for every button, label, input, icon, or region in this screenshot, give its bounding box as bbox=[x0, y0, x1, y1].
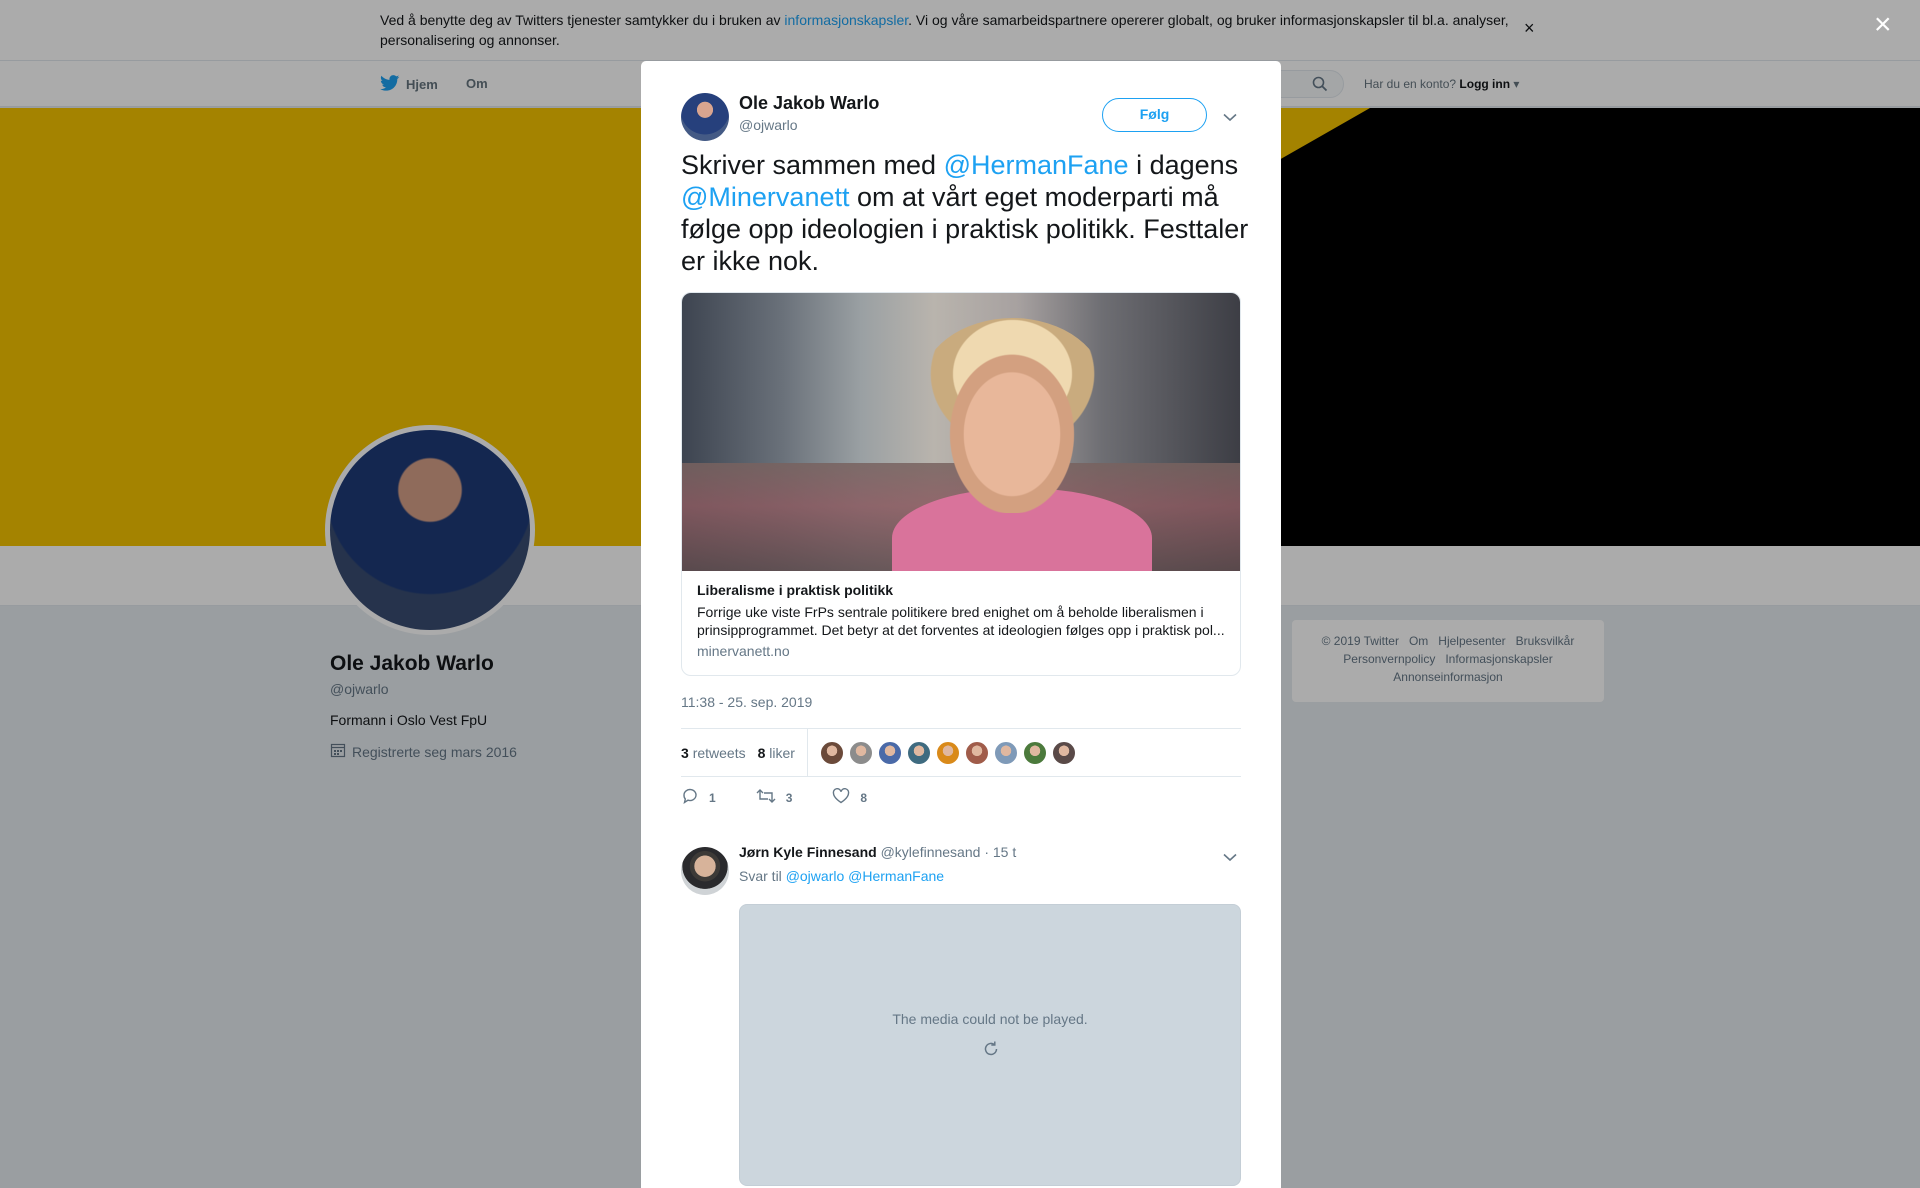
tweet-author-avatar[interactable] bbox=[681, 93, 729, 141]
chevron-down-icon[interactable] bbox=[1223, 849, 1237, 867]
tweet-text: Skriver sammen med @HermanFane i dagens … bbox=[681, 150, 1249, 276]
liker-avatar[interactable] bbox=[819, 740, 844, 765]
tweet-stats: 3 retweets 8 liker bbox=[681, 728, 1241, 777]
stats-divider bbox=[806, 728, 808, 777]
chevron-down-icon[interactable] bbox=[1223, 109, 1237, 127]
modal-close-button[interactable]: × bbox=[1874, 10, 1892, 40]
card-body: Liberalisme i praktisk politikk Forrige … bbox=[682, 571, 1240, 669]
card-image-face bbox=[937, 338, 1087, 513]
media-player[interactable]: The media could not be played. bbox=[739, 904, 1241, 1186]
media-error-text: The media could not be played. bbox=[892, 1011, 1088, 1027]
tweet-author-handle[interactable]: @ojwarlo bbox=[739, 117, 798, 133]
liker-avatar[interactable] bbox=[1022, 740, 1047, 765]
card-domain: minervanett.no bbox=[697, 643, 790, 659]
tweet-author-name[interactable]: Ole Jakob Warlo bbox=[739, 93, 879, 114]
retweet-icon bbox=[756, 788, 776, 807]
card-image bbox=[682, 293, 1240, 571]
link-card[interactable]: Liberalisme i praktisk politikk Forrige … bbox=[681, 292, 1241, 676]
reply-button[interactable]: 1 bbox=[681, 787, 716, 808]
reply-header: Jørn Kyle Finnesand @kylefinnesand · 15 … bbox=[739, 844, 1016, 860]
liker-avatar[interactable] bbox=[964, 740, 989, 765]
liker-avatar[interactable] bbox=[848, 740, 873, 765]
mention-link[interactable]: @ojwarlo bbox=[786, 868, 845, 884]
reply-author-avatar[interactable] bbox=[681, 847, 729, 895]
reply-icon bbox=[681, 787, 699, 808]
liker-avatar[interactable] bbox=[935, 740, 960, 765]
like-button[interactable]: 8 bbox=[832, 788, 867, 807]
liker-avatar[interactable] bbox=[1051, 740, 1076, 765]
retweet-button[interactable]: 3 bbox=[756, 788, 792, 807]
retweet-stat[interactable]: 3 retweets bbox=[681, 745, 746, 761]
like-stat[interactable]: 8 liker bbox=[758, 745, 795, 761]
reply-author-name[interactable]: Jørn Kyle Finnesand bbox=[739, 844, 877, 860]
tweet-timestamp[interactable]: 11:38 - 25. sep. 2019 bbox=[681, 694, 812, 710]
mention-link[interactable]: @HermanFane bbox=[848, 868, 944, 884]
liker-avatars bbox=[819, 740, 1076, 765]
liker-avatar[interactable] bbox=[877, 740, 902, 765]
follow-button[interactable]: Følg bbox=[1102, 98, 1207, 132]
card-description: Forrige uke viste FrPs sentrale politike… bbox=[697, 604, 1225, 638]
mention-link[interactable]: @HermanFane bbox=[944, 150, 1129, 180]
liker-avatar[interactable] bbox=[993, 740, 1018, 765]
reply-time[interactable]: · 15 t bbox=[984, 844, 1016, 860]
heart-icon bbox=[832, 788, 850, 807]
retry-icon[interactable] bbox=[981, 1039, 1001, 1064]
liker-avatar[interactable] bbox=[906, 740, 931, 765]
tweet-actions: 1 3 8 bbox=[681, 787, 867, 808]
tweet-modal: Ole Jakob Warlo @ojwarlo Følg Skriver sa… bbox=[641, 61, 1281, 1188]
card-title: Liberalisme i praktisk politikk bbox=[697, 582, 894, 598]
reply-to-line: Svar til @ojwarlo @HermanFane bbox=[739, 868, 945, 884]
reply-author-handle[interactable]: @kylefinnesand bbox=[881, 844, 981, 860]
mention-link[interactable]: @Minervanett bbox=[681, 182, 849, 212]
